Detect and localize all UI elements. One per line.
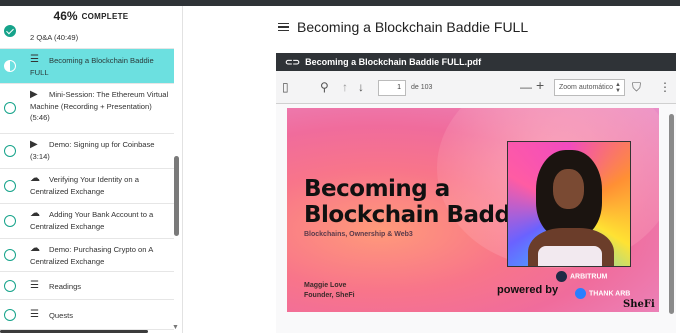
lesson-item-active[interactable]: ☰ Becoming a Blockchain Baddie FULL bbox=[0, 49, 174, 84]
lesson-item[interactable]: ☁ Demo: Purchasing Crypto on A Centraliz… bbox=[0, 239, 174, 272]
lesson-title: Demo: Signing up for Coinbase (3:14) bbox=[30, 140, 155, 161]
powered-by-text: powered by bbox=[497, 284, 559, 296]
list-icon bbox=[278, 21, 289, 34]
attachment-link-icon: ⊂⊃ bbox=[285, 56, 301, 67]
lesson-item[interactable]: ☁ Adding Your Bank Account to a Centrali… bbox=[0, 204, 174, 239]
thank-arb-logo-icon bbox=[575, 288, 586, 299]
author-role: Founder, SheFi bbox=[304, 292, 355, 299]
slide-title-line1: Becoming a bbox=[304, 176, 450, 202]
lesson-title: Verifying Your Identity on a Centralized… bbox=[30, 175, 139, 196]
pdf-page-area: Becoming a Blockchain Baddie Blockchains… bbox=[276, 104, 676, 333]
sidebar-scrollbar[interactable] bbox=[174, 156, 179, 236]
arbitrum-text: ARBITRUM bbox=[570, 273, 608, 281]
lesson-item[interactable]: ▶ Mini-Session: The Ethereum Virtual Mac… bbox=[0, 84, 174, 134]
in-progress-icon bbox=[4, 60, 16, 72]
search-icon[interactable]: ⚲ bbox=[320, 80, 329, 94]
completed-check-icon bbox=[4, 25, 16, 37]
lesson-item[interactable]: 2 Q&A (40:49) bbox=[0, 20, 174, 49]
incomplete-circle-icon bbox=[4, 102, 16, 114]
illustration-face bbox=[553, 169, 584, 209]
previous-page-icon[interactable]: ↑ bbox=[342, 80, 348, 94]
zoom-out-icon[interactable]: — bbox=[520, 80, 532, 94]
incomplete-circle-icon bbox=[4, 145, 16, 157]
pdf-viewer: ⊂⊃ Becoming a Blockchain Baddie FULL.pdf… bbox=[276, 53, 676, 333]
sidebar-toggle-icon[interactable]: ▯ bbox=[282, 80, 289, 94]
thank-arb-text: THANK ARB bbox=[589, 290, 631, 298]
pdf-scrollbar-thumb[interactable] bbox=[669, 114, 674, 314]
pdf-filename[interactable]: Becoming a Blockchain Baddie FULL.pdf bbox=[305, 57, 481, 67]
incomplete-circle-icon bbox=[4, 280, 16, 292]
zoom-in-icon[interactable]: + bbox=[536, 77, 544, 93]
more-options-icon[interactable]: ⋮ bbox=[659, 80, 671, 94]
pdf-toolbar: ▯ ⚲ ↑ ↓ 1 de 103 — + Zoom automático ▲ ▼ … bbox=[276, 71, 676, 104]
slide-subtitle: Blockchains, Ownership & Web3 bbox=[304, 231, 413, 238]
shefi-logo: SheFi bbox=[623, 299, 655, 310]
slide-title: Becoming a Blockchain Baddie bbox=[304, 176, 533, 228]
bookmark-icon[interactable]: ⛉ bbox=[632, 80, 641, 95]
pdf-viewer-header: ⊂⊃ Becoming a Blockchain Baddie FULL.pdf bbox=[276, 53, 676, 71]
pdf-scrollbar[interactable] bbox=[668, 104, 674, 333]
course-sidebar: 46% COMPLETE 2 Q&A (40:49) ☰ Becoming a … bbox=[0, 6, 183, 333]
page-title-text: Becoming a Blockchain Baddie FULL bbox=[297, 19, 529, 35]
author-name: Maggie Love bbox=[304, 282, 347, 289]
slide-title-line2: Blockchain Baddie bbox=[304, 202, 533, 228]
illustration-top bbox=[538, 246, 602, 266]
next-page-icon[interactable]: ↓ bbox=[358, 80, 364, 94]
page-title: Becoming a Blockchain Baddie FULL bbox=[278, 19, 528, 35]
lesson-title: Demo: Purchasing Crypto on A Centralized… bbox=[30, 245, 153, 266]
scroll-down-arrow-icon[interactable]: ▼ bbox=[172, 324, 179, 331]
lesson-title: Adding Your Bank Account to a Centralize… bbox=[30, 210, 154, 231]
arbitrum-logo: ARBITRUM bbox=[556, 271, 607, 282]
page-number-input[interactable]: 1 bbox=[378, 80, 406, 96]
lesson-item[interactable]: ▶ Demo: Signing up for Coinbase (3:14) bbox=[0, 134, 174, 169]
lesson-title: 2 Q&A (40:49) bbox=[30, 33, 79, 42]
lesson-title: Readings bbox=[49, 282, 82, 291]
pdf-slide: Becoming a Blockchain Baddie Blockchains… bbox=[287, 108, 659, 312]
zoom-select[interactable]: Zoom automático ▲ ▼ bbox=[554, 79, 625, 96]
thank-arb-logo: THANK ARB bbox=[575, 288, 630, 299]
lesson-title: Quests bbox=[49, 311, 74, 320]
incomplete-circle-icon bbox=[4, 249, 16, 261]
lesson-title: Becoming a Blockchain Baddie FULL bbox=[30, 56, 154, 77]
incomplete-circle-icon bbox=[4, 180, 16, 192]
select-arrows-icon: ▲ ▼ bbox=[615, 82, 621, 94]
incomplete-circle-icon bbox=[4, 309, 16, 321]
lesson-item[interactable]: ☰ Quests bbox=[0, 300, 174, 330]
lesson-title: Mini-Session: The Ethereum Virtual Machi… bbox=[30, 90, 169, 122]
lesson-item[interactable]: ☁ Verifying Your Identity on a Centraliz… bbox=[0, 169, 174, 204]
illustration-portrait bbox=[507, 141, 631, 267]
lesson-item[interactable]: ☰ Readings bbox=[0, 272, 174, 300]
zoom-value: Zoom automático bbox=[559, 84, 614, 91]
arbitrum-logo-icon bbox=[556, 271, 567, 282]
incomplete-circle-icon bbox=[4, 215, 16, 227]
slide-author: Maggie Love Founder, SheFi bbox=[304, 281, 355, 301]
page-count: de 103 bbox=[411, 84, 433, 91]
